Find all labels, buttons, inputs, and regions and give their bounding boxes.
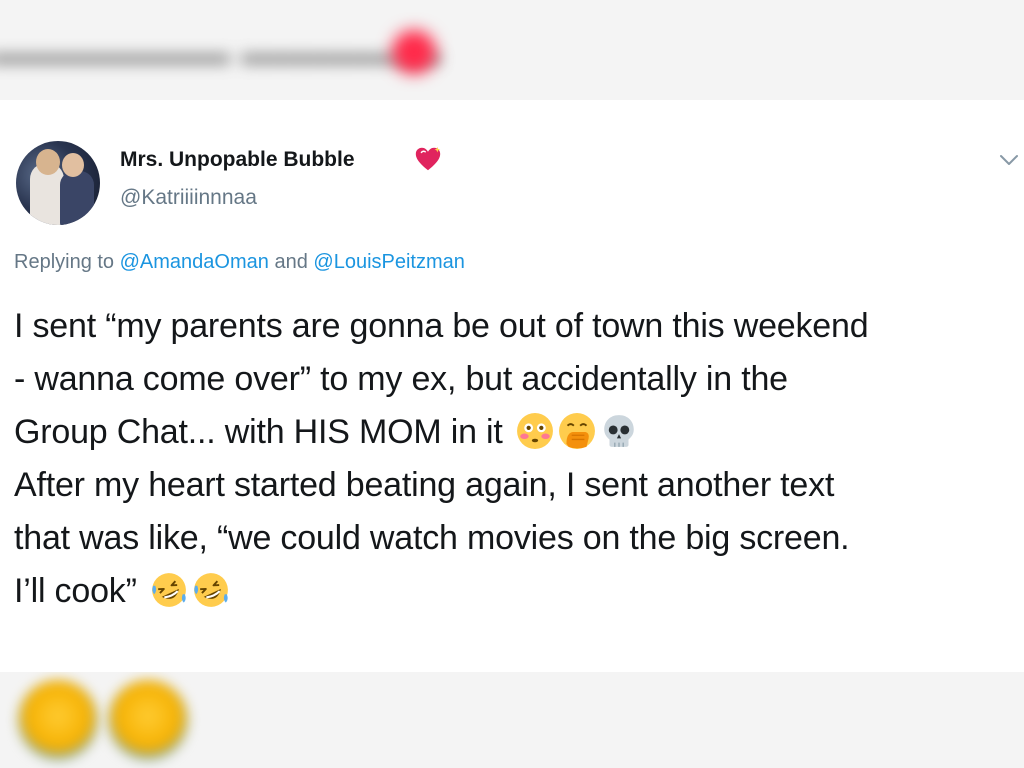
tweet-line-5-text: that was like, “we could watch movies on… <box>14 519 850 557</box>
avatar-figure-right <box>60 171 94 225</box>
replying-to-and: and <box>274 251 308 273</box>
tweet-line-3: Group Chat... with HIS MOM in it <box>14 406 1014 459</box>
chevron-down-icon[interactable] <box>998 152 1020 168</box>
avatar-head-left <box>36 149 60 175</box>
flushed-face-icon <box>516 413 553 449</box>
mention-link-amandaoman[interactable]: @AmandaOman <box>120 251 269 273</box>
tweet-card: Mrs. Unpopable Bubble @Katriiiinnnaa Rep… <box>0 100 1024 672</box>
tweet-line-6-text: I’ll cook” <box>14 572 137 610</box>
tweet-line-1-text: I sent “my parents are gonna be out of t… <box>14 307 869 345</box>
blurred-laughing-emoji <box>18 680 98 760</box>
rolling-on-floor-laughing-icon <box>194 573 228 607</box>
replying-to-line: Replying to @AmandaOman and @LouisPeitzm… <box>14 251 465 274</box>
blurred-laughing-emoji <box>108 680 188 760</box>
blurred-heart-icon <box>392 30 436 74</box>
tweet-line-2: - wanna come over” to my ex, but acciden… <box>14 353 1014 406</box>
blurred-name: ▬▬▬▬▬▬ ▬▬▬▬▬ <box>0 30 442 74</box>
replying-to-label: Replying to <box>14 251 115 273</box>
avatar[interactable] <box>16 141 100 225</box>
user-handle[interactable]: @Katriiiinnnaa <box>120 186 257 210</box>
blurred-footer-background <box>0 672 1024 768</box>
rolling-on-floor-laughing-icon <box>152 573 186 607</box>
tweet-line-5: that was like, “we could watch movies on… <box>14 512 1014 565</box>
face-with-hand-over-mouth-icon <box>558 413 595 449</box>
blurred-header-background: ▬▬▬▬▬▬ ▬▬▬▬▬ <box>0 0 1024 100</box>
sparkling-heart-icon <box>415 146 441 171</box>
skull-icon <box>604 415 634 447</box>
mention-link-louispeitzman[interactable]: @LouisPeitzman <box>313 251 464 273</box>
display-name[interactable]: Mrs. Unpopable Bubble <box>120 148 355 172</box>
tweet-line-2-text: - wanna come over” to my ex, but acciden… <box>14 360 788 398</box>
tweet-line-4-text: After my heart started beating again, I … <box>14 466 835 504</box>
tweet-line-6: I’ll cook” <box>14 565 1014 618</box>
tweet-body: I sent “my parents are gonna be out of t… <box>14 300 1014 618</box>
avatar-head-right <box>62 153 84 177</box>
tweet-line-1: I sent “my parents are gonna be out of t… <box>14 300 1014 353</box>
tweet-line-4: After my heart started beating again, I … <box>14 459 1014 512</box>
tweet-line-3-text: Group Chat... with HIS MOM in it <box>14 413 503 451</box>
